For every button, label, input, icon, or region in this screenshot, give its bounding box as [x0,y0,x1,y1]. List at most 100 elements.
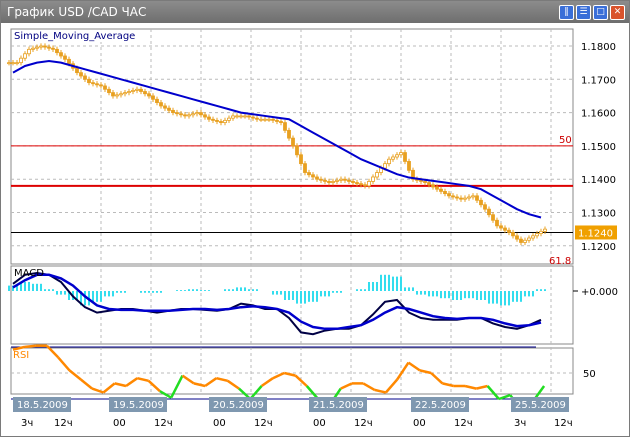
main-panel [10,28,574,265]
candle [367,181,371,187]
rsi-segment [498,393,511,401]
candle [183,114,187,117]
candle [395,154,399,158]
hour-label: 12ч [454,418,473,429]
candle [63,55,67,60]
candle [127,91,131,94]
price-tick: 1.1800 [581,42,616,53]
rsi-segment [24,344,36,349]
candle [191,113,195,116]
candle [311,174,315,178]
hour-label: 00 [313,418,326,429]
candle [271,118,275,121]
candle [335,179,339,182]
candle [267,118,271,121]
candle [331,181,335,183]
candle [155,98,159,104]
chart-window: График USD /CAD ЧАС ‖ ☰ □ ✕ 1.1800 1.1700… [0,0,630,437]
macd-zero-label: +0.000 [581,287,618,298]
candle [11,62,15,65]
price-tick: 1.1400 [581,175,616,186]
close-button[interactable]: ✕ [610,5,625,20]
candle [203,114,207,118]
fib-label: 61.8 [549,256,571,267]
candle [371,176,375,182]
current-price: 1.1240 [578,228,613,239]
candle [139,88,143,92]
window-title: График USD /CAD ЧАС [7,5,147,19]
candle [259,118,263,121]
candle [95,83,99,86]
candle [315,176,319,180]
candle [19,57,23,64]
candle [171,109,175,113]
candle [187,114,191,117]
candle [423,181,427,183]
candle [511,232,515,237]
hour-label: 00 [113,418,126,429]
candle [51,47,55,50]
candle [431,184,435,188]
hour-label: 00 [213,418,226,429]
candle [383,163,387,169]
candle [443,191,447,195]
candle [223,119,227,123]
candle [475,195,479,201]
candle [55,48,59,54]
candle [467,196,471,199]
candle [43,45,47,48]
candle [115,94,119,97]
candle [59,52,63,57]
restore-button[interactable]: ☰ [576,5,591,20]
candle [495,219,499,227]
candle [227,117,231,121]
candle [327,181,331,183]
candle [299,154,303,165]
candle [447,193,451,197]
candle [307,172,311,176]
candle [527,237,531,241]
date-label: 18.5.2009 [17,400,68,411]
candle [123,92,127,95]
date-label: 21.5.2009 [313,400,364,411]
maximize-button[interactable]: □ [593,5,608,20]
date-label: 22.5.2009 [415,400,466,411]
candle [523,239,527,243]
candle [255,117,259,120]
pause-button[interactable]: ‖ [559,5,574,20]
candle [27,48,31,55]
candle [363,184,367,187]
candle [515,235,519,240]
candle [487,208,491,216]
candle [303,163,307,173]
candle [463,197,467,200]
candle [79,72,83,77]
candle [239,115,243,118]
candle [435,186,439,190]
candle [407,161,411,171]
candle [347,179,351,182]
candle [471,195,475,198]
candle [231,115,235,119]
candle [439,188,443,192]
candle [539,230,543,234]
candle [91,82,95,85]
macd-label: MACD [14,268,44,279]
hour-label: 00 [413,418,426,429]
candle [391,156,395,160]
date-label: 25.5.2009 [515,400,566,411]
hour-label: 12ч [154,418,173,429]
candle [87,78,91,84]
candle [199,112,203,116]
candle [23,53,27,59]
candle [339,178,343,181]
candle [399,152,403,156]
candle [167,107,171,111]
candle [419,179,423,182]
candle [283,122,287,131]
candle [503,227,507,231]
price-tick: 1.1300 [581,209,616,220]
price-chart[interactable]: 1.1800 1.1700 1.1600 1.1500 1.1400 1.1300 1.12… [1,24,629,436]
candle [455,196,459,199]
candle [147,93,151,97]
